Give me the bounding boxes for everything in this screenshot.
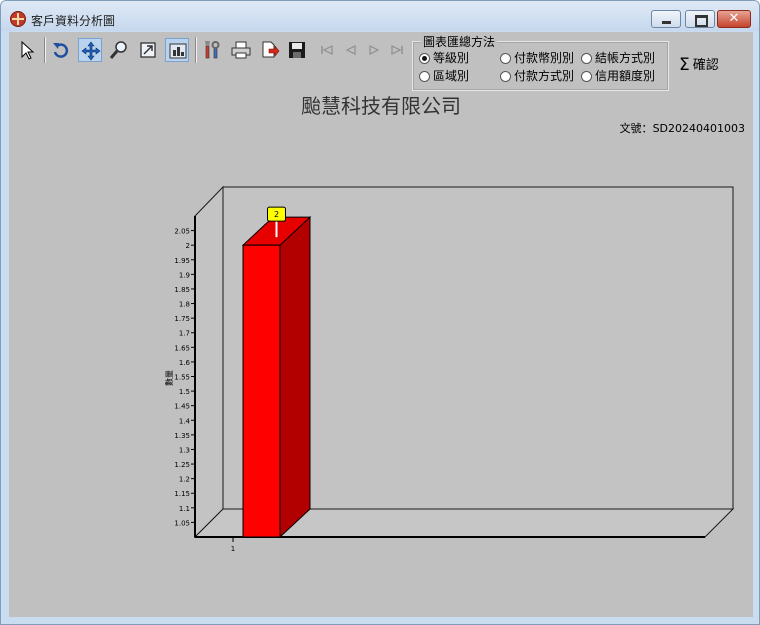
y-tick-label: 1.4 [179, 417, 191, 425]
radio-region[interactable]: 區域別 [419, 69, 469, 83]
window-title: 客戶資料分析圖 [31, 14, 116, 28]
chart-canvas: 1.05 1.1 1.15 1.2 1.25 1.3 1.35 1.4 1.45 1.5 1.55 1… [164, 185, 735, 552]
y-tick-label: 1.5 [179, 388, 190, 396]
first-page-icon [321, 45, 333, 55]
chart-side-wall [194, 185, 224, 539]
y-tick-label: 1.9 [179, 271, 190, 279]
bar-side-face [279, 216, 311, 539]
y-tick-label: 1.05 [174, 519, 190, 527]
y-axis-ticks: 1.05 1.1 1.15 1.2 1.25 1.3 1.35 1.4 1.45 1.5 1.55 1… [174, 228, 195, 527]
save-button[interactable] [285, 38, 309, 62]
y-tick-label: 1.15 [174, 490, 190, 498]
floppy-disk-icon [289, 42, 305, 58]
client-area: 圖表匯總方法 等級別 付款幣別別 結帳方式別 區域別 付款方式別 信用額度別 Σ… [9, 32, 753, 617]
export-icon [262, 41, 280, 58]
y-tick-label: 1.2 [179, 476, 190, 484]
zoom-tool-button[interactable] [107, 38, 131, 62]
y-tick-label: 1.6 [179, 359, 191, 367]
radio-grade[interactable]: 等級別 [419, 51, 469, 65]
next-page-icon [369, 45, 380, 55]
export-button[interactable] [258, 38, 282, 62]
zoom-box-tool-button[interactable] [136, 38, 160, 62]
pointer-tool-button[interactable] [15, 38, 39, 62]
y-tick-label: 1.8 [179, 301, 190, 309]
app-globe-icon [10, 11, 26, 27]
y-tick-label: 1.65 [174, 344, 190, 352]
chart-bars: 2 [241, 206, 312, 539]
radio-unchecked-icon [419, 71, 430, 82]
data-label: 2 [274, 210, 279, 219]
maximize-icon [695, 15, 708, 27]
company-name: 颱慧科技有限公司 [301, 94, 461, 118]
radio-unchecked-icon [581, 71, 592, 82]
print-button[interactable] [229, 38, 253, 62]
zoom-box-icon [140, 42, 156, 58]
y-axis-title: 數量 [164, 370, 174, 386]
move-tool-button[interactable] [78, 38, 102, 62]
y-tick-label: 1.7 [179, 330, 190, 338]
radio-credit-limit[interactable]: 信用額度別 [581, 69, 655, 83]
maximize-button[interactable] [685, 10, 715, 28]
last-page-icon [391, 45, 403, 55]
move-arrows-icon [81, 41, 101, 61]
minimize-icon [662, 21, 671, 24]
chart-settings-button[interactable] [200, 38, 224, 62]
y-tick-label: 2.05 [174, 228, 190, 236]
y-tick-label: 1.45 [174, 403, 190, 411]
title-bar: 客戶資料分析圖 ✕ [1, 1, 759, 31]
next-page-button[interactable] [362, 38, 386, 62]
last-page-button[interactable] [385, 38, 409, 62]
radio-payment-method[interactable]: 付款方式別 [500, 69, 574, 83]
radio-payment-method-label: 付款方式別 [514, 69, 575, 83]
arrow-pointer-icon [21, 40, 35, 60]
rotate-icon [53, 43, 69, 58]
y-tick-label: 1.85 [174, 286, 190, 294]
radio-payment-currency[interactable]: 付款幣別別 [500, 51, 574, 65]
3d-view-toggle-button[interactable] [165, 38, 189, 62]
radio-payment-currency-label: 付款幣別別 [514, 51, 575, 65]
3d-view-icon [169, 43, 187, 59]
confirm-button[interactable]: Σ 確認 [679, 54, 719, 75]
radio-region-label: 區域別 [433, 69, 470, 83]
toolbar-separator [195, 37, 197, 63]
y-tick-label: 2 [186, 242, 190, 250]
rotate-tool-button[interactable] [49, 38, 73, 62]
close-button[interactable]: ✕ [717, 10, 751, 28]
settings-tools-icon [205, 41, 220, 59]
y-tick-label: 1.35 [174, 432, 190, 440]
confirm-label: 確認 [692, 58, 719, 73]
bar[interactable] [242, 244, 281, 538]
x-tick-label: 1 [231, 545, 235, 552]
prev-page-icon [345, 45, 356, 55]
summary-method-title: 圖表匯總方法 [421, 35, 498, 49]
summary-method-group: 圖表匯總方法 等級別 付款幣別別 結帳方式別 區域別 付款方式別 信用額度別 [412, 35, 669, 91]
radio-unchecked-icon [581, 53, 592, 64]
y-tick-label: 1.25 [174, 461, 190, 469]
y-tick-label: 1.75 [174, 315, 190, 323]
radio-checked-icon [419, 53, 430, 64]
printer-icon [231, 41, 251, 59]
x-axis-ticks: 1 [231, 538, 235, 552]
radio-settlement-method-label: 結帳方式別 [595, 51, 656, 65]
magnifier-icon [109, 41, 127, 59]
y-tick-label: 1.1 [179, 505, 190, 513]
radio-unchecked-icon [500, 53, 511, 64]
radio-credit-limit-label: 信用額度別 [595, 69, 656, 83]
radio-settlement-method[interactable]: 結帳方式別 [581, 51, 655, 65]
minimize-button[interactable] [651, 10, 681, 28]
close-icon: ✕ [728, 11, 740, 26]
y-tick-label: 1.55 [174, 374, 190, 382]
toolbar-separator [44, 37, 46, 63]
prev-page-button[interactable] [339, 38, 363, 62]
y-tick-label: 1.95 [174, 257, 190, 265]
app-window: 客戶資料分析圖 ✕ 圖表匯總方法 等級別 付款幣別別 結帳方式別 區域別 付款方… [0, 0, 760, 625]
radio-grade-label: 等級別 [433, 51, 470, 65]
radio-unchecked-icon [500, 71, 511, 82]
y-tick-label: 1.3 [179, 446, 190, 454]
sigma-icon: Σ [679, 55, 690, 75]
first-page-button[interactable] [315, 38, 339, 62]
